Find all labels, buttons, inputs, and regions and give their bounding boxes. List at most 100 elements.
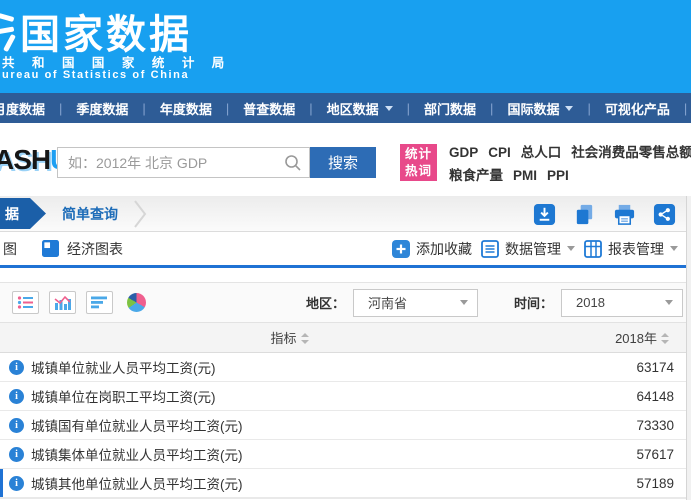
nav-item-annual[interactable]: 年度数据	[135, 99, 218, 118]
search-button[interactable]: 搜索	[310, 147, 376, 178]
table-row[interactable]: 城镇国有单位就业人员平均工资(元) 73330	[0, 411, 686, 440]
list-view-icon[interactable]	[12, 291, 39, 314]
year-column-header: 2018年	[580, 328, 686, 347]
chevron-down-icon	[565, 106, 573, 111]
hbar-chart-icon[interactable]	[86, 291, 113, 314]
nav-label: 部门数据	[424, 99, 476, 118]
sort-icon[interactable]	[301, 333, 310, 344]
value-cell: 63174	[636, 360, 686, 375]
add-favorite-button[interactable]: 添加收藏	[392, 239, 472, 259]
value-cell: 57189	[636, 476, 686, 491]
info-icon[interactable]	[9, 447, 24, 462]
hot-word-link[interactable]: GDP	[449, 143, 478, 163]
nav-item-visualization[interactable]: 可视化产品	[580, 99, 676, 118]
pie-chart-icon[interactable]	[123, 291, 150, 314]
value-cell: 64148	[636, 389, 686, 404]
chevron-down-icon	[665, 300, 673, 305]
chevron-down-icon	[670, 246, 678, 251]
copy-icon[interactable]	[573, 203, 596, 226]
chevron-down-icon	[460, 300, 468, 305]
hot-word-link[interactable]: PMI	[513, 166, 537, 186]
breadcrumb: 据 简单查询	[0, 196, 686, 232]
nav-label: 普查数据	[243, 99, 295, 118]
combo-chart-icon[interactable]	[49, 291, 76, 314]
share-icon[interactable]	[653, 203, 676, 226]
report-management-label: 报表管理	[608, 239, 664, 259]
header-action-icons	[533, 203, 676, 226]
nav-label: 季度数据	[76, 99, 128, 118]
info-icon[interactable]	[9, 476, 24, 491]
nav-item-monthly[interactable]: 月度数据	[0, 99, 52, 118]
table-icon	[584, 240, 602, 258]
view-tabs: 图 经济图表 添加收藏 数据管理 报表管理	[0, 232, 686, 268]
indicator-cell: 城镇集体单位就业人员平均工资(元)	[31, 444, 243, 464]
page: 国家数据 共 和 国 国 家 统 计 局 ureau of Statistics…	[0, 0, 691, 500]
nav-item-regional[interactable]: 地区数据	[302, 99, 399, 118]
breadcrumb-tab-data[interactable]: 据	[0, 198, 46, 229]
search-box	[57, 147, 310, 178]
grid-chart-icon[interactable]	[42, 240, 59, 257]
download-icon[interactable]	[533, 203, 556, 226]
sort-icon[interactable]	[661, 333, 670, 344]
value-cell: 73330	[636, 418, 686, 433]
add-favorite-label: 添加收藏	[416, 239, 472, 259]
logo-text-dark: ASH	[0, 144, 50, 175]
table-row[interactable]: 城镇其他单位就业人员平均工资(元) 57189	[0, 469, 686, 498]
data-management-menu[interactable]: 数据管理	[481, 239, 575, 259]
time-label: 时间：	[514, 293, 553, 312]
logo-mark-partial-icon	[0, 10, 18, 54]
table-row[interactable]: 城镇单位在岗职工平均工资(元) 64148	[0, 382, 686, 411]
nav-label: 地区数据	[327, 99, 379, 118]
site-banner: 国家数据 共 和 国 国 家 统 计 局 ureau of Statistics…	[0, 0, 691, 93]
search-section: ASHU 搜索 统计 热词 GDP CPI 总人口 社会消费品零售总额 粮食产量…	[0, 123, 691, 196]
indicator-cell: 城镇单位在岗职工平均工资(元)	[31, 386, 216, 406]
hot-word-link[interactable]: PPI	[547, 166, 569, 186]
hot-badge-line1: 统计	[405, 146, 432, 163]
search-input[interactable]	[58, 148, 309, 177]
chevron-down-icon	[385, 106, 393, 111]
view-tab-economic-charts[interactable]: 经济图表	[67, 239, 123, 259]
hot-word-link[interactable]: 社会消费品零售总额	[571, 143, 691, 163]
table-row[interactable]: 城镇集体单位就业人员平均工资(元) 57617	[0, 440, 686, 469]
nav-item-quarterly[interactable]: 季度数据	[52, 99, 135, 118]
info-icon[interactable]	[9, 360, 24, 375]
view-tab-partial[interactable]: 图	[3, 239, 17, 259]
breadcrumb-tab-simple-query[interactable]: 简单查询	[62, 204, 118, 224]
region-value: 河南省	[368, 293, 407, 312]
view-tabs-actions: 添加收藏 数据管理 报表管理	[392, 239, 678, 259]
data-management-label: 数据管理	[505, 239, 561, 259]
hot-badge-line2: 热词	[405, 163, 432, 180]
nav-item-international[interactable]: 国际数据	[483, 99, 580, 118]
indicator-cell: 城镇单位就业人员平均工资(元)	[31, 357, 216, 377]
spacer	[0, 268, 686, 282]
filter-bar: 地区： 河南省 时间： 2018	[0, 282, 686, 322]
nav-label: 可视化产品	[605, 99, 670, 118]
hot-word-link[interactable]: 总人口	[521, 143, 562, 163]
time-select[interactable]: 2018	[561, 289, 683, 317]
nav-label: 月度数据	[0, 99, 45, 118]
indicator-cell: 城镇国有单位就业人员平均工资(元)	[31, 415, 243, 435]
filter-selects: 地区： 河南省 时间： 2018	[306, 289, 683, 317]
main-nav: 月度数据 季度数据 年度数据 普查数据 地区数据 部门数据 国际数据 可视化产品…	[0, 93, 691, 123]
nav-item-census[interactable]: 普查数据	[219, 99, 302, 118]
indicator-cell: 城镇其他单位就业人员平均工资(元)	[31, 473, 243, 493]
info-icon[interactable]	[9, 418, 24, 433]
region-select[interactable]: 河南省	[353, 289, 478, 317]
hot-words-list: GDP CPI 总人口 社会消费品零售总额 粮食产量 PMI PPI	[449, 143, 691, 186]
nav-label: 年度数据	[160, 99, 212, 118]
document-list-icon	[481, 240, 499, 258]
search-icon	[283, 153, 303, 173]
hot-word-link[interactable]: 粮食产量	[449, 166, 503, 186]
nav-item-publications[interactable]: 出版物	[677, 99, 691, 118]
nav-item-departmental[interactable]: 部门数据	[400, 99, 483, 118]
site-subtitle-en: ureau of Statistics of China	[2, 69, 189, 81]
report-management-menu[interactable]: 报表管理	[584, 239, 678, 259]
indicator-column-header: 指标	[0, 328, 580, 347]
breadcrumb-tab-label: 据	[5, 204, 19, 224]
hot-word-link[interactable]: CPI	[488, 143, 511, 163]
region-label: 地区：	[306, 293, 345, 312]
print-icon[interactable]	[613, 203, 636, 226]
table-row[interactable]: 城镇单位就业人员平均工资(元) 63174	[0, 353, 686, 382]
nav-label: 国际数据	[507, 99, 559, 118]
info-icon[interactable]	[9, 389, 24, 404]
